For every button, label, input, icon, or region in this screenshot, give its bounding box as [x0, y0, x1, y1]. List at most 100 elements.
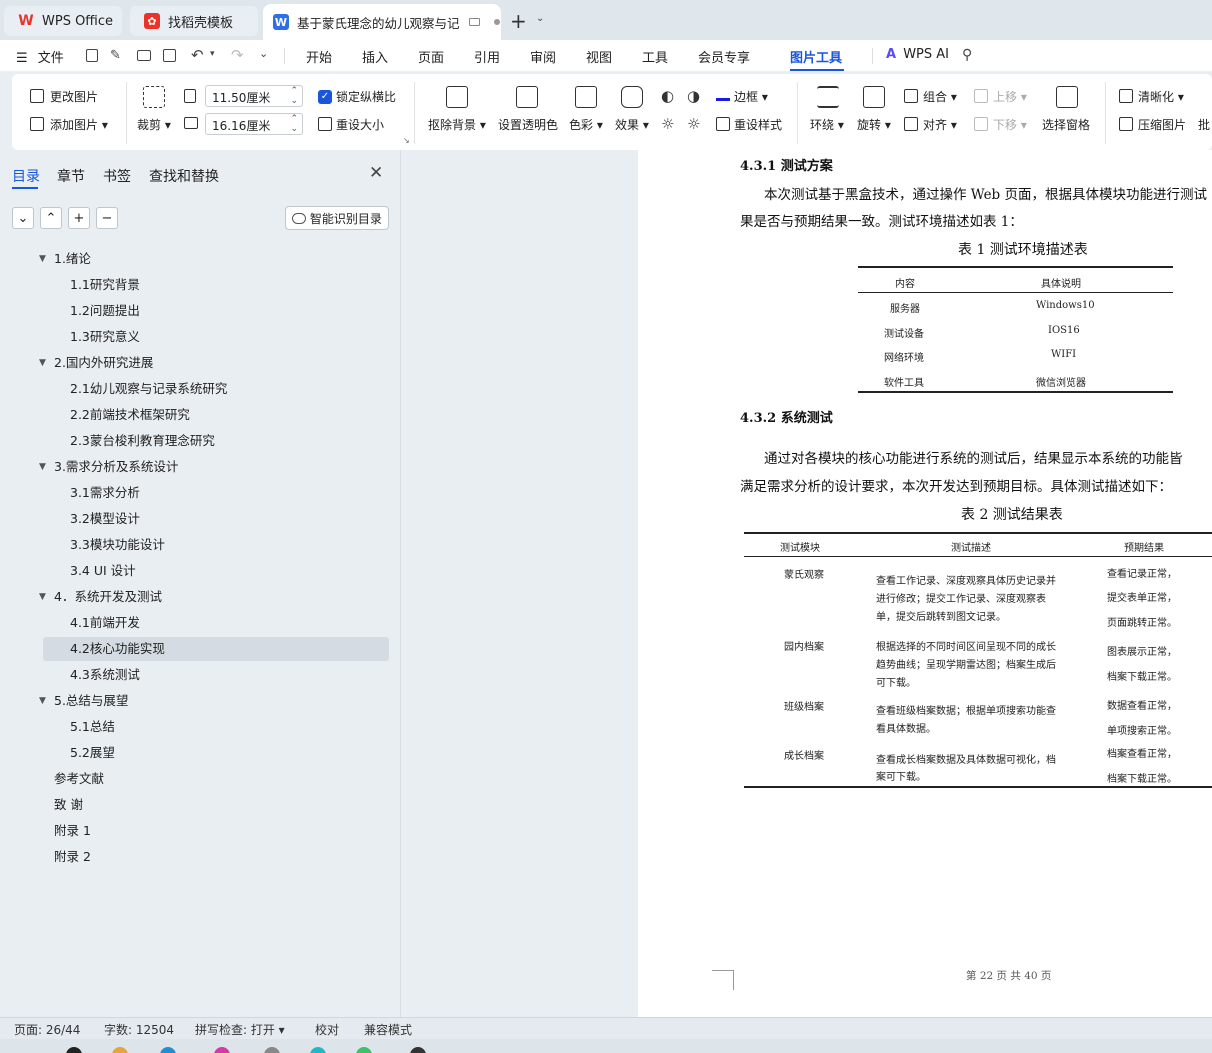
toc-item[interactable]: 4.2核心功能实现	[70, 636, 165, 662]
save-icon[interactable]	[86, 49, 98, 62]
undo-icon[interactable]: ↶	[191, 46, 204, 64]
word-count[interactable]: 字数: 12504	[104, 1021, 174, 1038]
menu-view[interactable]: 视图	[586, 47, 612, 66]
rotate-button[interactable]: 旋转 ▾	[857, 116, 891, 133]
expand-arrow-icon[interactable]: ▼	[39, 350, 46, 376]
toc-item[interactable]: 3.3模块功能设计	[70, 532, 165, 558]
toc-item[interactable]: 3.1需求分析	[70, 480, 140, 506]
decrease-contrast-icon[interactable]: ◑	[687, 87, 700, 105]
tab-wps-office[interactable]: W WPS Office	[4, 6, 122, 36]
dialog-launcher-icon[interactable]: ↘	[403, 136, 410, 145]
app-icon[interactable]	[160, 1047, 176, 1053]
app-icon[interactable]	[356, 1047, 372, 1053]
add-image-button[interactable]: 添加图片 ▾	[50, 116, 108, 133]
sharpen-button[interactable]: 清晰化 ▾	[1138, 88, 1184, 105]
toc-item[interactable]: 3.4 UI 设计	[70, 558, 136, 584]
undo-dropdown-icon[interactable]: ▾	[210, 49, 215, 59]
smart-toc-button[interactable]: 智能识别目录	[285, 206, 389, 230]
menu-review[interactable]: 审阅	[530, 47, 556, 66]
tab-find-replace[interactable]: 查找和替换	[149, 166, 219, 186]
reset-style-button[interactable]: 重设样式	[734, 116, 782, 133]
app-icon[interactable]	[112, 1047, 128, 1053]
tab-bookmarks[interactable]: 书签	[103, 166, 131, 186]
app-icon[interactable]	[264, 1047, 280, 1053]
menu-tools[interactable]: 工具	[642, 47, 668, 66]
menu-start[interactable]: 开始	[306, 47, 332, 66]
remove-heading-button[interactable]: −	[96, 207, 118, 229]
add-heading-button[interactable]: +	[68, 207, 90, 229]
toc-item[interactable]: 1.绪论	[54, 246, 91, 272]
more-chevron-icon[interactable]: ⌄	[259, 47, 268, 60]
toc-item[interactable]: 1.1研究背景	[70, 272, 140, 298]
color-button[interactable]: 色彩 ▾	[569, 116, 603, 133]
app-icon[interactable]	[214, 1047, 230, 1053]
tab-toc[interactable]: 目录	[12, 166, 40, 186]
toc-item[interactable]: 2.1幼儿观察与记录系统研究	[70, 376, 227, 402]
group-button[interactable]: 组合 ▾	[923, 88, 957, 105]
border-button[interactable]: 边框 ▾	[734, 88, 768, 105]
lock-ratio-checkbox[interactable]: ✓	[318, 90, 332, 104]
height-input[interactable]: 16.16厘米 ⌃ ⌄	[205, 113, 303, 135]
decrease-brightness-icon[interactable]: ☼	[687, 115, 700, 133]
toc-item[interactable]: 5.总结与展望	[54, 688, 128, 714]
toc-item[interactable]: 4.3系统测试	[70, 662, 140, 688]
toc-item[interactable]: 2.3蒙台梭利教育理念研究	[70, 428, 215, 454]
increase-brightness-icon[interactable]: ☼	[661, 115, 674, 133]
tab-chapters[interactable]: 章节	[57, 166, 85, 186]
expand-arrow-icon[interactable]: ▼	[39, 454, 46, 480]
toc-item[interactable]: 参考文献	[54, 766, 104, 792]
expand-arrow-icon[interactable]: ▼	[39, 584, 46, 610]
toc-item[interactable]: 2.2前端技术框架研究	[70, 402, 190, 428]
width-input[interactable]: 11.50厘米 ⌃ ⌄	[205, 85, 303, 107]
menu-file[interactable]: ☰ 文件	[16, 47, 64, 66]
spell-check[interactable]: 拼写检查: 打开 ▾	[195, 1021, 285, 1038]
set-transparent-button[interactable]: 设置透明色	[498, 116, 558, 133]
page-count[interactable]: 页面: 26/44	[14, 1021, 80, 1038]
move-down-button[interactable]: 下移 ▾	[993, 116, 1027, 133]
toc-item[interactable]: 致 谢	[54, 792, 83, 818]
reset-size-button[interactable]: 重设大小	[336, 116, 384, 133]
toc-item[interactable]: 4.1前端开发	[70, 610, 140, 636]
toc-item[interactable]: 5.2展望	[70, 740, 115, 766]
compress-button[interactable]: 压缩图片	[1138, 116, 1186, 133]
app-icon[interactable]	[410, 1047, 426, 1053]
menu-picture-tools[interactable]: 图片工具	[790, 47, 842, 66]
app-icon[interactable]	[310, 1047, 326, 1053]
toc-item[interactable]: 1.3研究意义	[70, 324, 140, 350]
redo-icon[interactable]: ↷	[231, 46, 244, 64]
tab-docer-templates[interactable]: ✿ 找稻壳模板	[130, 6, 258, 36]
remove-background-button[interactable]: 抠除背景 ▾	[428, 116, 486, 133]
expand-arrow-icon[interactable]: ▼	[39, 246, 46, 272]
close-icon[interactable]: ✕	[369, 163, 383, 183]
toc-item[interactable]: 5.1总结	[70, 714, 115, 740]
effect-button[interactable]: 效果 ▾	[615, 116, 649, 133]
toc-item[interactable]: 附录 1	[54, 818, 91, 844]
chevron-down-icon[interactable]: ⌄	[536, 13, 544, 24]
toc-item[interactable]: 4．系统开发及测试	[54, 584, 162, 610]
tab-document[interactable]: W 基于蒙氏理念的幼儿观察与记	[263, 4, 501, 40]
toc-item[interactable]: 3.2模型设计	[70, 506, 140, 532]
menu-page[interactable]: 页面	[418, 47, 444, 66]
menu-insert[interactable]: 插入	[362, 47, 388, 66]
expand-arrow-icon[interactable]: ▼	[39, 688, 46, 714]
proofread[interactable]: 校对	[315, 1021, 339, 1038]
collapse-up-button[interactable]: ⌃	[40, 207, 62, 229]
menu-reference[interactable]: 引用	[474, 47, 500, 66]
toc-item[interactable]: 1.2问题提出	[70, 298, 140, 324]
menu-member[interactable]: 会员专享	[698, 47, 750, 66]
move-up-button[interactable]: 上移 ▾	[993, 88, 1027, 105]
align-button[interactable]: 对齐 ▾	[923, 116, 957, 133]
stepper-icon[interactable]: ⌃ ⌄	[290, 86, 298, 106]
print-icon[interactable]	[137, 50, 151, 61]
toc-item[interactable]: 附录 2	[54, 844, 91, 870]
app-icon[interactable]	[66, 1047, 82, 1053]
search-icon[interactable]: ⚲	[962, 47, 972, 63]
selection-pane-button[interactable]: 选择窗格	[1042, 116, 1090, 133]
print-preview-icon[interactable]	[163, 49, 176, 62]
toc-item[interactable]: 3.需求分析及系统设计	[54, 454, 178, 480]
batch-button[interactable]: 批	[1198, 116, 1210, 133]
collapse-down-button[interactable]: ⌄	[12, 207, 34, 229]
toc-item[interactable]: 2.国内外研究进展	[54, 350, 153, 376]
new-tab-icon[interactable]: +	[510, 9, 527, 33]
wrap-button[interactable]: 环绕 ▾	[810, 116, 844, 133]
